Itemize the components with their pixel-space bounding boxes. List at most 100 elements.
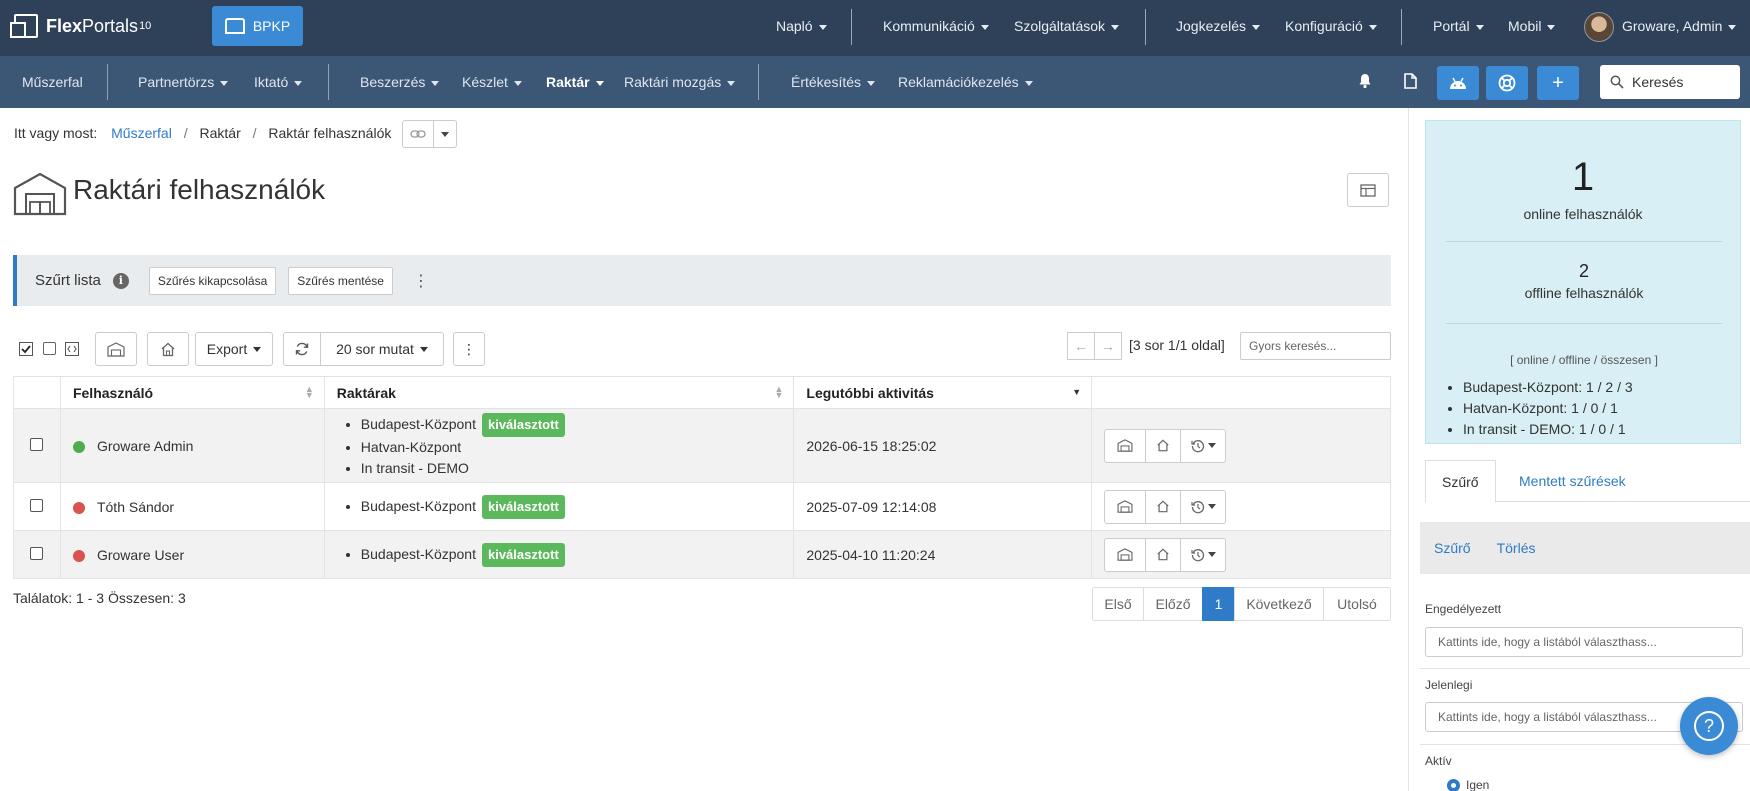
subnav-keszlet[interactable]: Készlet	[462, 74, 522, 90]
help-button[interactable]: ?	[1680, 697, 1738, 755]
page-current[interactable]: 1	[1202, 587, 1235, 621]
row-warehouse-button[interactable]	[1104, 489, 1147, 524]
link-dropdown-toggle[interactable]	[433, 120, 457, 148]
selected-badge: kiválasztott	[481, 494, 565, 519]
caret-down-icon	[1024, 80, 1033, 86]
header-user[interactable]: Felhasználó ▲ ▼	[59, 376, 325, 409]
history-icon	[1191, 500, 1204, 513]
android-app-button[interactable]	[1437, 66, 1479, 100]
header-warehouses[interactable]: Raktárak ▲ ▼	[323, 376, 795, 409]
user-name[interactable]: Groware Admin	[97, 438, 193, 454]
topnav-mobil[interactable]: Mobil	[1508, 18, 1556, 34]
allowed-select[interactable]	[1425, 627, 1743, 657]
invert-selection-icon[interactable]	[65, 342, 79, 356]
tab-saved-filters[interactable]: Mentett szűrések	[1503, 460, 1642, 502]
offline-count: 2	[1578, 261, 1589, 281]
caret-down-icon	[220, 80, 229, 86]
refresh-button[interactable]	[283, 332, 321, 366]
row-home-button[interactable]	[1145, 537, 1182, 572]
topnav-jogkezeles[interactable]: Jogkezelés	[1176, 18, 1261, 34]
row-checkbox[interactable]	[30, 498, 43, 512]
global-search[interactable]	[1600, 65, 1740, 99]
page-first[interactable]: Első	[1092, 587, 1144, 621]
row-history-dropdown[interactable]	[1180, 537, 1227, 572]
more-vertical-icon[interactable]: ⋮	[413, 271, 429, 291]
more-options-button[interactable]: ⋮	[453, 332, 485, 366]
module-navbar: Műszerfal Partnertörzs Iktató Beszerzés …	[0, 56, 1750, 108]
refresh-icon	[295, 342, 309, 356]
apply-filter-link[interactable]: Szűrő	[1434, 540, 1471, 556]
link-button[interactable]	[402, 120, 434, 148]
caret-down-icon	[727, 80, 736, 86]
document-icon[interactable]	[1399, 70, 1421, 92]
row-warehouse-button[interactable]	[1104, 537, 1147, 572]
topnav-naplo[interactable]: Napló	[776, 18, 827, 34]
active-yes-radio[interactable]: Igen	[1447, 778, 1489, 791]
warehouse-filter-button[interactable]	[95, 332, 137, 366]
row-checkbox[interactable]	[30, 437, 43, 451]
breadcrumb-muszerfal[interactable]: Műszerfal	[111, 125, 172, 141]
add-new-button[interactable]: +	[1537, 66, 1579, 100]
topnav-portal[interactable]: Portál	[1433, 18, 1484, 34]
search-input[interactable]	[1632, 74, 1732, 90]
org-switch-button[interactable]: BPKP	[212, 6, 303, 46]
online-status-dot	[72, 440, 85, 453]
page-last[interactable]: Utolsó	[1323, 587, 1391, 621]
support-button[interactable]	[1486, 66, 1528, 100]
export-dropdown[interactable]: Export	[195, 332, 273, 366]
user-name[interactable]: Groware User	[97, 547, 184, 563]
bell-icon[interactable]	[1354, 70, 1376, 92]
save-filter-button[interactable]: Szűrés mentése	[288, 266, 393, 295]
row-home-button[interactable]	[1145, 428, 1182, 463]
list-item: Budapest-Központ: 1 / 2 / 3	[1463, 377, 1633, 398]
row-actions	[1104, 428, 1390, 463]
subnav-partnertorzs[interactable]: Partnertörzs	[138, 74, 229, 90]
subnav-iktato[interactable]: Iktató	[254, 74, 303, 90]
rows-per-page-dropdown[interactable]: 20 sor mutat	[320, 332, 444, 366]
breadcrumb-raktar[interactable]: Raktár	[200, 125, 241, 141]
user-name[interactable]: Tóth Sándor	[97, 499, 174, 515]
next-page-arrow[interactable]: →	[1094, 332, 1122, 360]
header-last-activity[interactable]: Legutóbbi aktivitás ▼	[793, 376, 1093, 409]
caret-down-icon	[980, 24, 989, 30]
caret-down-icon	[1207, 504, 1216, 509]
brand-logo[interactable]: Flex Portals 10	[10, 14, 151, 38]
clear-filter-link[interactable]: Törlés	[1497, 540, 1536, 556]
search-icon	[1610, 75, 1624, 89]
disable-filter-button[interactable]: Szűrés kikapcsolása	[148, 266, 277, 295]
list-item: In transit - DEMO	[361, 458, 794, 479]
subnav-beszerzes[interactable]: Beszerzés	[360, 74, 440, 90]
subnav-raktari-mozgas[interactable]: Raktári mozgás	[624, 74, 736, 90]
quick-search-input[interactable]	[1240, 332, 1391, 360]
warehouse-icon	[13, 172, 67, 216]
row-history-dropdown[interactable]	[1180, 428, 1227, 463]
user-avatar[interactable]	[1584, 12, 1614, 42]
row-home-button[interactable]	[1145, 489, 1182, 524]
offline-status-dot	[72, 501, 85, 514]
page-next[interactable]: Következő	[1234, 587, 1324, 621]
select-all-check-icon[interactable]	[19, 342, 33, 356]
row-history-dropdown[interactable]	[1180, 489, 1227, 524]
tab-filter[interactable]: Szűrő	[1425, 460, 1496, 503]
deselect-all-checkbox[interactable]	[43, 342, 56, 355]
row-warehouse-button[interactable]	[1104, 428, 1147, 463]
subnav-raktar[interactable]: Raktár	[546, 74, 604, 90]
subnav-ertekesites[interactable]: Értékesítés	[791, 74, 876, 90]
row-checkbox[interactable]	[30, 546, 43, 560]
info-icon[interactable]: i	[112, 272, 129, 289]
layout-toggle-button[interactable]	[1347, 173, 1389, 207]
home-warehouse-button[interactable]	[147, 332, 189, 366]
subnav-reklamaciokezeles[interactable]: Reklamációkezelés	[898, 74, 1033, 90]
prev-page-arrow[interactable]: ←	[1067, 332, 1095, 360]
topnav-user-menu[interactable]: Groware, Admin	[1622, 18, 1737, 34]
flexportals-logo-icon	[10, 14, 38, 38]
topnav-szolgaltatasok[interactable]: Szolgáltatások	[1014, 18, 1120, 34]
history-icon	[1191, 548, 1204, 561]
history-icon	[1191, 439, 1204, 452]
topnav-konfiguracio[interactable]: Konfiguráció	[1285, 18, 1377, 34]
row-actions	[1104, 489, 1390, 524]
offline-label: offline felhasználók	[1524, 285, 1644, 301]
page-prev[interactable]: Előző	[1143, 587, 1203, 621]
subnav-muszerfal[interactable]: Műszerfal	[22, 74, 83, 90]
topnav-kommunikacio[interactable]: Kommunikáció	[883, 18, 989, 34]
